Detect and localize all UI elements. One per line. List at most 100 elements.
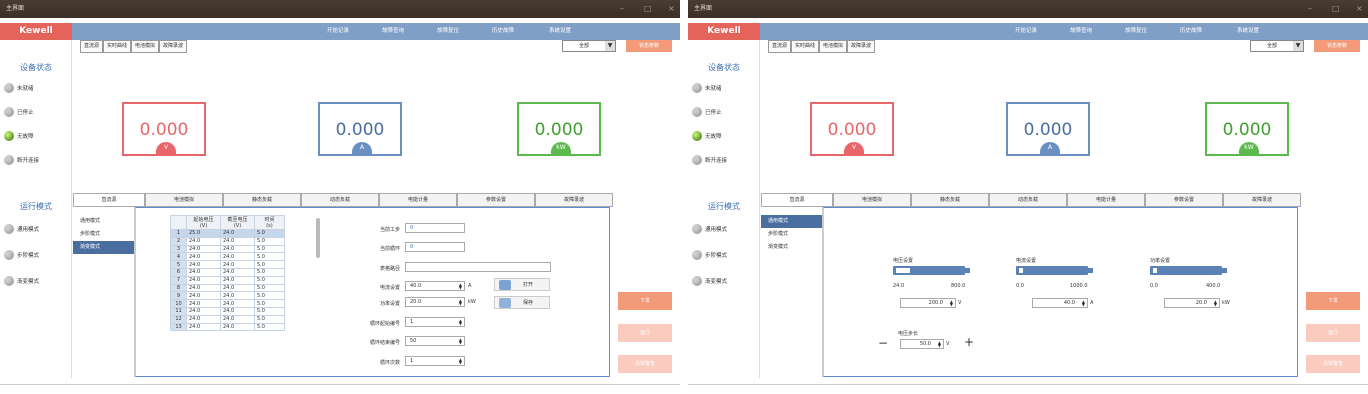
table-row[interactable]: 10 24.0 24.0 5.0: [170, 299, 285, 308]
voltage-slider[interactable]: [893, 266, 970, 275]
tab-energy-meter[interactable]: 电能计量: [379, 193, 457, 207]
spin-arrows-icon[interactable]: ▲ ▼: [459, 299, 462, 306]
table-row[interactable]: 4 24.0 24.0 5.0: [170, 252, 285, 262]
status-params-button[interactable]: 状态参数: [626, 40, 672, 52]
table-row[interactable]: 13 24.0 24.0 5.0: [170, 322, 285, 332]
tab-battery-sim[interactable]: 电池模拟: [819, 40, 848, 53]
table-row[interactable]: 9 24.0 24.0 5.0: [170, 291, 285, 301]
table-row[interactable]: 7 24.0 24.0 5.0: [170, 275, 285, 285]
minimize-icon[interactable]: –: [1308, 0, 1312, 18]
tab-param-settings[interactable]: 参数设置: [457, 193, 535, 207]
mode-item-general[interactable]: 通用模式: [761, 215, 822, 228]
maximize-icon[interactable]: □: [1332, 0, 1340, 18]
tab-dc-source[interactable]: 直流源: [80, 40, 104, 53]
tab-dc-source[interactable]: 直流源: [761, 193, 833, 207]
tab-fault-wave[interactable]: 故障录波: [1223, 193, 1301, 207]
nav-system-settings[interactable]: 系统设置: [549, 23, 571, 40]
table-row[interactable]: 6 24.0 24.0 5.0: [170, 267, 285, 277]
tab-dynamic-load[interactable]: 动态负载: [989, 193, 1067, 207]
tab-realtime-curve[interactable]: 实时曲线: [103, 40, 132, 53]
table-row[interactable]: 8 24.0 24.0 5.0: [170, 283, 285, 293]
nav-history-fault[interactable]: 历史故障: [1180, 23, 1202, 40]
tab-dc-source[interactable]: 直流源: [73, 193, 145, 207]
voltage-step-input[interactable]: 50.0 ▲ ▼: [900, 339, 944, 349]
table-row[interactable]: 3 24.0 24.0 5.0: [170, 244, 285, 254]
power-input[interactable]: 20.0 ▲ ▼: [1164, 298, 1220, 308]
tab-static-load[interactable]: 静态负载: [223, 193, 301, 207]
tab-param-settings[interactable]: 参数设置: [1145, 193, 1223, 207]
issue-button[interactable]: 下发: [1306, 292, 1360, 310]
table-cell: 24.0: [186, 291, 221, 301]
spin-arrows-icon[interactable]: ▲ ▼: [459, 358, 462, 365]
issue-button[interactable]: 下发: [618, 292, 672, 310]
spin-arrows-icon[interactable]: ▲ ▼: [938, 341, 941, 348]
clear-warning-button[interactable]: 清除警告: [1306, 355, 1360, 373]
open-button[interactable]: 打开: [494, 278, 550, 291]
spin-arrows-icon[interactable]: ▲ ▼: [459, 283, 462, 290]
loop-end-value: 50: [410, 338, 417, 344]
close-icon[interactable]: ×: [668, 0, 675, 18]
close-icon[interactable]: ×: [1356, 0, 1363, 18]
nav-start-record[interactable]: 开始记录: [327, 23, 349, 40]
current-slider[interactable]: [1016, 266, 1093, 275]
plus-icon[interactable]: +: [964, 335, 974, 349]
table-row[interactable]: 2 24.0 24.0 5.0: [170, 236, 285, 246]
tab-realtime-curve[interactable]: 实时曲线: [791, 40, 820, 53]
table-scrollbar[interactable]: [316, 218, 320, 258]
run-button[interactable]: 运行: [618, 324, 672, 342]
filter-select[interactable]: 全部 ▼: [562, 40, 616, 52]
loop-end-input[interactable]: 50 ▲ ▼: [405, 336, 465, 346]
run-button[interactable]: 运行: [1306, 324, 1360, 342]
loop-count-input[interactable]: 1 ▲ ▼: [405, 356, 465, 366]
nav-start-record[interactable]: 开始记录: [1015, 23, 1037, 40]
spin-arrows-icon[interactable]: ▲ ▼: [459, 338, 462, 345]
loop-start-input[interactable]: 1 ▲ ▼: [405, 317, 465, 327]
spin-arrows-icon[interactable]: ▲ ▼: [1082, 300, 1085, 307]
maximize-icon[interactable]: □: [644, 0, 652, 18]
spin-arrows-icon[interactable]: ▲ ▼: [950, 300, 953, 307]
table-row[interactable]: 11 24.0 24.0 5.0: [170, 306, 285, 316]
tab-fault-wave[interactable]: 故障录波: [159, 40, 188, 53]
nav-history-fault[interactable]: 历史故障: [492, 23, 514, 40]
filter-select[interactable]: 全部 ▼: [1250, 40, 1304, 52]
minimize-icon[interactable]: –: [620, 0, 624, 18]
current-input[interactable]: 40.0 ▲ ▼: [1032, 298, 1088, 308]
step-table[interactable]: 起始电压 (V) 截至电压 (V) 时间 (s) 1 25.0 24.0 5.0 2 24.0 2…: [170, 215, 285, 332]
tab-dc-source[interactable]: 直流源: [768, 40, 792, 53]
tab-battery-sim[interactable]: 电池模拟: [145, 193, 223, 207]
mode-item-ramp[interactable]: 渐变模式: [73, 241, 134, 254]
status-led-icon: [692, 83, 702, 93]
table-row[interactable]: 12 24.0 24.0 5.0: [170, 314, 285, 324]
nav-fault-reset[interactable]: 故障复位: [437, 23, 459, 40]
table-path-field[interactable]: [405, 262, 551, 272]
table-row[interactable]: 1 25.0 24.0 5.0: [170, 229, 285, 238]
spin-arrows-icon[interactable]: ▲ ▼: [1214, 300, 1217, 307]
mode-item-step[interactable]: 步阶模式: [73, 228, 134, 241]
spin-arrows-icon[interactable]: ▲ ▼: [459, 319, 462, 326]
tab-battery-sim[interactable]: 电池模拟: [131, 40, 160, 53]
power-slider[interactable]: [1150, 266, 1227, 275]
tab-static-load[interactable]: 静态负载: [911, 193, 989, 207]
table-cell: 24.0: [186, 244, 221, 254]
clear-warning-button[interactable]: 清除警告: [618, 355, 672, 373]
minus-icon[interactable]: −: [878, 336, 888, 350]
nav-fault-reset[interactable]: 故障复位: [1125, 23, 1147, 40]
current-set-input[interactable]: 40.0 ▲ ▼: [405, 281, 465, 291]
nav-fault-query[interactable]: 故障查询: [1070, 23, 1092, 40]
voltage-input[interactable]: 200.0 ▲ ▼: [900, 298, 956, 308]
save-button[interactable]: 保存: [494, 296, 550, 309]
tab-battery-sim[interactable]: 电池模拟: [833, 193, 911, 207]
nav-system-settings[interactable]: 系统设置: [1237, 23, 1259, 40]
power-set-input[interactable]: 20.0 ▲ ▼: [405, 297, 465, 307]
status-params-button[interactable]: 状态参数: [1314, 40, 1360, 52]
mode-item-ramp[interactable]: 渐变模式: [761, 241, 822, 254]
mode-item-step[interactable]: 步阶模式: [761, 228, 822, 241]
tab-energy-meter[interactable]: 电能计量: [1067, 193, 1145, 207]
tab-dynamic-load[interactable]: 动态负载: [301, 193, 379, 207]
table-row[interactable]: 5 24.0 24.0 5.0: [170, 260, 285, 269]
voltage-value: 0.000: [139, 120, 189, 140]
nav-fault-query[interactable]: 故障查询: [382, 23, 404, 40]
tab-fault-wave[interactable]: 故障录波: [847, 40, 876, 53]
mode-item-general[interactable]: 通用模式: [73, 215, 134, 228]
tab-fault-wave[interactable]: 故障录波: [535, 193, 613, 207]
